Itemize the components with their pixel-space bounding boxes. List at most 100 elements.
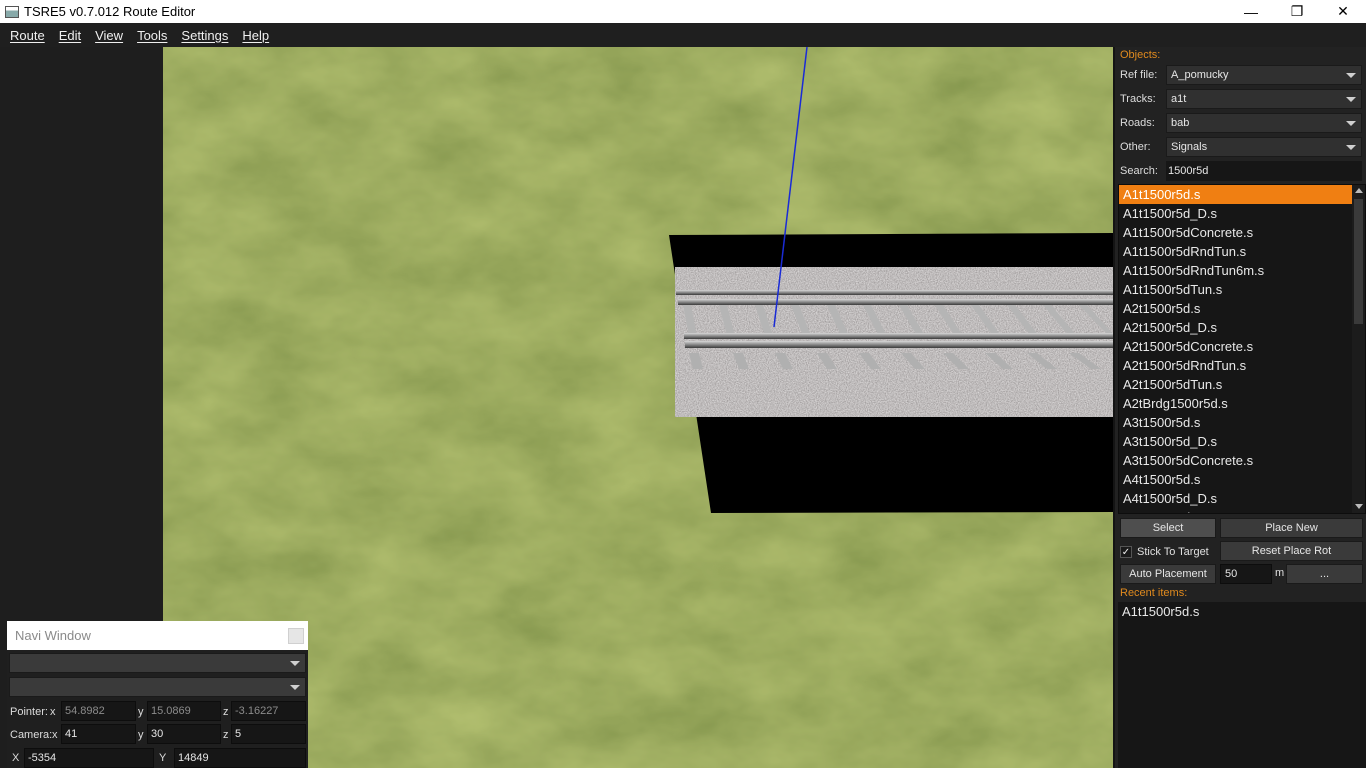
objects-heading: Objects: bbox=[1120, 49, 1161, 61]
pointer-x-label: x bbox=[50, 706, 56, 718]
pointer-z-label: z bbox=[223, 706, 229, 718]
tracks-select[interactable]: a1t bbox=[1166, 89, 1362, 109]
menu-route[interactable]: Route bbox=[3, 28, 52, 43]
other-label: Other: bbox=[1120, 141, 1151, 153]
select-button[interactable]: Select bbox=[1120, 518, 1216, 538]
roads-select[interactable]: bab bbox=[1166, 113, 1362, 133]
roads-value: bab bbox=[1171, 117, 1190, 129]
tracks-label: Tracks: bbox=[1120, 93, 1156, 105]
object-list-item[interactable]: A1t1500r5dRndTun.s bbox=[1119, 242, 1352, 261]
track-model[interactable] bbox=[669, 233, 1113, 513]
tile-x-field[interactable]: -5354 bbox=[24, 748, 154, 768]
object-list-item[interactable]: A3t1500r5dConcrete.s bbox=[1119, 451, 1352, 470]
navi-window-title: Navi Window bbox=[15, 628, 91, 643]
scroll-up-icon[interactable] bbox=[1355, 188, 1363, 193]
chevron-down-icon bbox=[1346, 73, 1356, 78]
recent-items-heading: Recent items: bbox=[1120, 587, 1188, 599]
auto-placement-distance-input[interactable]: 50 bbox=[1220, 564, 1272, 584]
pointer-label: Pointer: bbox=[10, 706, 48, 718]
object-list-item[interactable]: A4t1500r5d_D.s bbox=[1119, 489, 1352, 508]
camera-x-field[interactable]: 41 bbox=[61, 724, 136, 744]
chevron-down-icon bbox=[1346, 97, 1356, 102]
maximize-button[interactable]: ❐ bbox=[1274, 0, 1320, 23]
roads-row: Roads: bab bbox=[1120, 113, 1362, 133]
scrollbar-thumb[interactable] bbox=[1354, 199, 1363, 324]
ref-file-row: Ref file: A_pomucky bbox=[1120, 65, 1362, 85]
navi-dropdown-2[interactable] bbox=[9, 677, 306, 697]
search-label: Search: bbox=[1120, 165, 1158, 177]
object-list-item[interactable]: A1t1500r5d_D.s bbox=[1119, 204, 1352, 223]
other-row: Other: Signals bbox=[1120, 137, 1362, 157]
place-new-button[interactable]: Place New bbox=[1220, 518, 1363, 538]
object-list-item[interactable]: A1t1500r5dTun.s bbox=[1119, 280, 1352, 299]
search-row: Search: bbox=[1120, 161, 1362, 181]
object-list-item[interactable]: A3t1500r5d.s bbox=[1119, 413, 1352, 432]
camera-x-label: x bbox=[52, 729, 58, 741]
pointer-y-label: y bbox=[138, 706, 144, 718]
distance-unit-label: m bbox=[1275, 567, 1285, 579]
object-list-scrollbar[interactable] bbox=[1352, 185, 1365, 513]
pointer-y-field[interactable]: 15.0869 bbox=[147, 701, 221, 721]
other-value: Signals bbox=[1171, 141, 1208, 153]
object-list-item[interactable]: A3t1500r5d_D.s bbox=[1119, 432, 1352, 451]
recent-item[interactable]: A1t1500r5d.s bbox=[1118, 602, 1366, 622]
object-list-item[interactable]: A2t1500r5dConcrete.s bbox=[1119, 337, 1352, 356]
stick-to-target-checkbox[interactable]: ✓ bbox=[1120, 546, 1132, 558]
recent-items-list[interactable]: A1t1500r5d.s bbox=[1118, 602, 1366, 768]
menu-edit[interactable]: Edit bbox=[52, 28, 88, 43]
more-options-button[interactable]: ... bbox=[1286, 564, 1363, 584]
camera-y-label: y bbox=[138, 729, 144, 741]
auto-placement-button[interactable]: Auto Placement bbox=[1120, 564, 1216, 584]
navi-close-button[interactable] bbox=[288, 628, 304, 644]
navi-dropdown-1[interactable] bbox=[9, 653, 306, 673]
object-list-item[interactable]: A2t1500r5d_D.s bbox=[1119, 318, 1352, 337]
pointer-z-field[interactable]: -3.16227 bbox=[231, 701, 306, 721]
object-list-item[interactable]: A2t1500r5dRndTun.s bbox=[1119, 356, 1352, 375]
scroll-down-icon[interactable] bbox=[1355, 504, 1363, 509]
menu-bar: Route Edit View Tools Settings Help bbox=[0, 23, 1366, 47]
camera-z-field[interactable]: 5 bbox=[231, 724, 306, 744]
object-list-item[interactable]: A2tBrdg1500r5d.s bbox=[1119, 394, 1352, 413]
tile-x-label: X bbox=[12, 752, 20, 764]
menu-tools[interactable]: Tools bbox=[130, 28, 174, 43]
chevron-down-icon bbox=[1346, 121, 1356, 126]
navi-window: Navi Window Pointer: x 54.8982 y 15.0869… bbox=[7, 621, 308, 768]
object-list-item[interactable]: A2t1500r5dTun.s bbox=[1119, 375, 1352, 394]
minimize-button[interactable]: — bbox=[1228, 0, 1274, 23]
object-list-item[interactable]: A2t1500r5d.s bbox=[1119, 299, 1352, 318]
pointer-x-field[interactable]: 54.8982 bbox=[61, 701, 136, 721]
camera-label: Camera: bbox=[10, 729, 53, 741]
ref-file-select[interactable]: A_pomucky bbox=[1166, 65, 1362, 85]
object-list-item[interactable]: A4t1500r5d.s bbox=[1119, 470, 1352, 489]
menu-settings[interactable]: Settings bbox=[174, 28, 235, 43]
chevron-down-icon bbox=[290, 661, 300, 666]
close-button[interactable]: ✕ bbox=[1320, 0, 1366, 23]
objects-panel: Objects: Ref file: A_pomucky Tracks: a1t… bbox=[1113, 47, 1366, 768]
chevron-down-icon bbox=[1346, 145, 1356, 150]
tile-y-label: Y bbox=[159, 752, 167, 764]
tracks-row: Tracks: a1t bbox=[1120, 89, 1362, 109]
roads-label: Roads: bbox=[1120, 117, 1155, 129]
object-list[interactable]: A1t1500r5d.s A1t1500r5d_D.s A1t1500r5dConc… bbox=[1118, 184, 1366, 514]
other-select[interactable]: Signals bbox=[1166, 137, 1362, 157]
menu-help[interactable]: Help bbox=[235, 28, 276, 43]
stick-to-target-label: Stick To Target bbox=[1137, 546, 1209, 558]
ref-file-label: Ref file: bbox=[1120, 69, 1158, 81]
reset-place-rot-button[interactable]: Reset Place Rot bbox=[1220, 541, 1363, 561]
tile-y-field[interactable]: 14849 bbox=[174, 748, 306, 768]
stick-to-target-toggle[interactable]: ✓ Stick To Target bbox=[1120, 542, 1209, 562]
camera-y-field[interactable]: 30 bbox=[147, 724, 221, 744]
navi-window-title-bar[interactable]: Navi Window bbox=[7, 621, 308, 650]
object-list-item[interactable]: A1t1500r5dRndTun6m.s bbox=[1119, 261, 1352, 280]
ref-file-value: A_pomucky bbox=[1171, 69, 1229, 81]
object-list-item[interactable]: A1t1500r5dConcrete.s bbox=[1119, 223, 1352, 242]
menu-view[interactable]: View bbox=[88, 28, 130, 43]
camera-z-label: z bbox=[223, 729, 229, 741]
app-icon bbox=[5, 5, 19, 18]
search-input[interactable] bbox=[1166, 161, 1362, 181]
chevron-down-icon bbox=[290, 685, 300, 690]
tracks-value: a1t bbox=[1171, 93, 1187, 105]
object-list-item[interactable]: A1t1500r5d.s bbox=[1119, 185, 1352, 204]
object-list-item[interactable]: A4t1500r5dConcrete.s bbox=[1119, 508, 1352, 513]
title-bar: TSRE5 v0.7.012 Route Editor — ❐ ✕ bbox=[0, 0, 1366, 23]
